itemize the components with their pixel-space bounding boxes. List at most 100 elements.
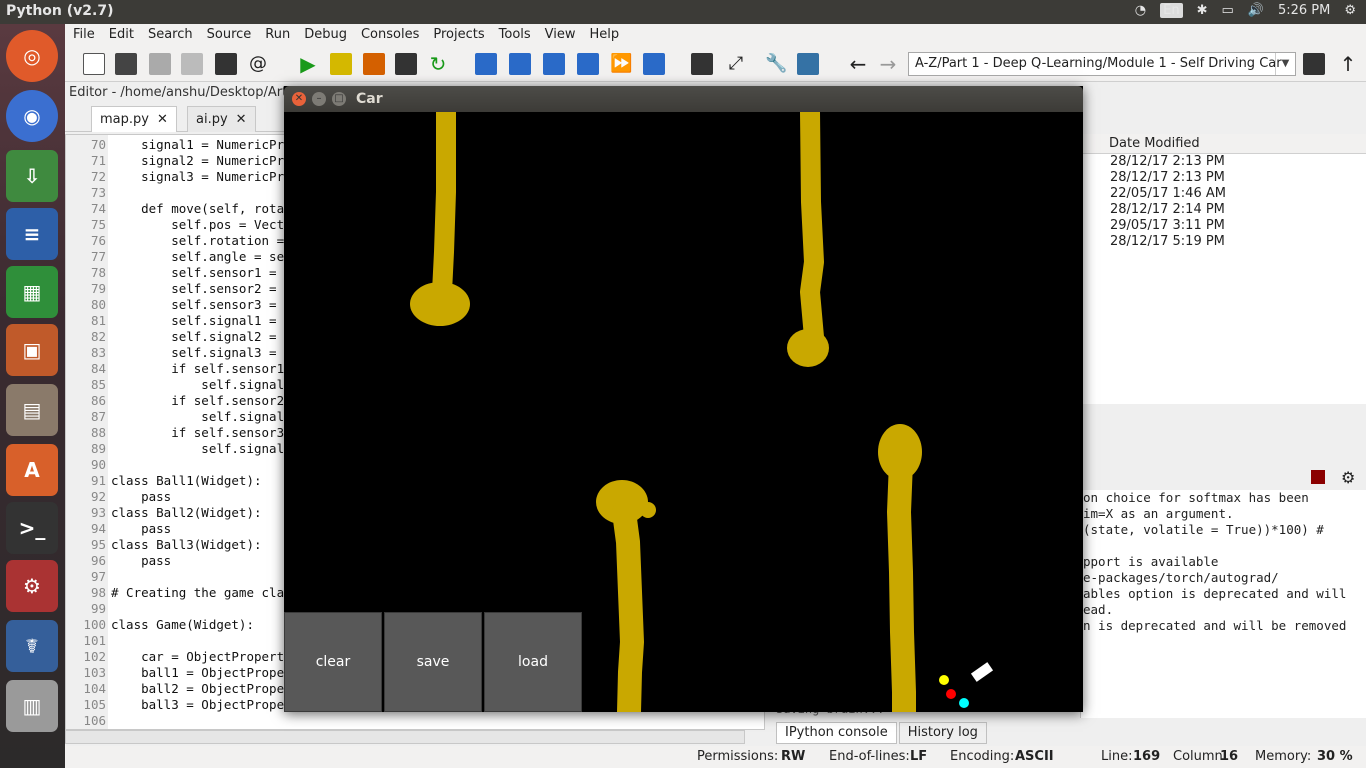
close-icon[interactable]: ✕ <box>292 92 306 106</box>
menu-search[interactable]: Search <box>148 27 193 42</box>
editor-horizontal-scrollbar[interactable] <box>65 730 745 744</box>
code-line[interactable]: 106 <box>66 713 106 729</box>
fullscreen-icon[interactable]: ⤢ <box>725 53 747 75</box>
step-return-icon[interactable] <box>577 53 599 75</box>
run-icon[interactable]: ▶ <box>297 53 319 75</box>
code-line[interactable]: 98 # Creating the game cla <box>66 585 284 601</box>
menu-consoles[interactable]: Consoles <box>361 27 419 42</box>
code-line[interactable]: 99 <box>66 601 106 617</box>
working-directory-combobox[interactable]: A-Z/Part 1 - Deep Q-Learning/Module 1 - … <box>908 52 1296 76</box>
column-header-date-modified[interactable]: Date Modified <box>1081 134 1366 154</box>
code-line[interactable]: 77 self.angle = se <box>66 249 284 265</box>
code-line[interactable]: 89 self.signal <box>66 441 284 457</box>
menu-tools[interactable]: Tools <box>499 27 531 42</box>
code-line[interactable]: 83 self.signal3 = <box>66 345 277 361</box>
python-path-icon[interactable] <box>797 53 819 75</box>
code-line[interactable]: 70 signal1 = NumericPr <box>66 137 284 153</box>
code-line[interactable]: 94 pass <box>66 521 171 537</box>
step-icon[interactable] <box>509 53 531 75</box>
code-line[interactable]: 101 <box>66 633 106 649</box>
keyboard-layout-indicator[interactable]: En <box>1160 3 1183 18</box>
at-icon[interactable]: @ <box>247 53 269 75</box>
download-manager-icon[interactable]: ⇩ <box>6 150 58 202</box>
back-arrow-icon[interactable]: ← <box>847 53 869 75</box>
ipython-console[interactable]: on choice for softmax has been im=X as a… <box>1080 490 1366 718</box>
code-line[interactable]: 96 pass <box>66 553 171 569</box>
new-file-icon[interactable] <box>83 53 105 75</box>
code-line[interactable]: 88 if self.sensor3 <box>66 425 284 441</box>
trash-icon[interactable]: ▥ <box>6 680 58 732</box>
settings-gear-icon[interactable]: ⚙ <box>1344 3 1356 18</box>
code-line[interactable]: 79 self.sensor2 = <box>66 281 277 297</box>
load-button[interactable]: load <box>484 612 582 712</box>
menu-source[interactable]: Source <box>207 27 252 42</box>
software-center-icon[interactable]: A <box>6 444 58 496</box>
app-icon-red[interactable]: ⚙ <box>6 560 58 612</box>
code-line[interactable]: 72 signal3 = NumericPr <box>66 169 284 185</box>
continue-icon[interactable]: ⏩ <box>610 53 632 75</box>
battery-icon[interactable]: ▭ <box>1221 3 1233 18</box>
code-line[interactable]: 74 def move(self, rota <box>66 201 284 217</box>
list-item[interactable]: 28/12/17 5:19 PM <box>1081 234 1366 250</box>
code-line[interactable]: 81 self.signal1 = <box>66 313 277 329</box>
writer-icon[interactable]: ≡ <box>6 208 58 260</box>
python-icon[interactable]: ☤ <box>6 620 58 672</box>
minimize-icon[interactable]: – <box>312 92 326 106</box>
rerun-icon[interactable]: ↻ <box>427 53 449 75</box>
maximize-pane-icon[interactable] <box>691 53 713 75</box>
tab-ai-py[interactable]: ai.py ✕ <box>187 106 256 132</box>
window-titlebar[interactable]: ✕ – □ Car <box>284 86 1083 112</box>
menu-view[interactable]: View <box>545 27 576 42</box>
terminal-icon[interactable]: >_ <box>6 502 58 554</box>
clock[interactable]: 5:26 PM <box>1278 3 1330 18</box>
files-icon[interactable]: ▤ <box>6 384 58 436</box>
code-line[interactable]: 93 class Ball2(Widget): <box>66 505 262 521</box>
code-line[interactable]: 73 <box>66 185 106 201</box>
calc-icon[interactable]: ▦ <box>6 266 58 318</box>
maximize-icon[interactable]: □ <box>332 92 346 106</box>
step-into-icon[interactable] <box>543 53 565 75</box>
close-icon[interactable]: ✕ <box>236 112 247 127</box>
code-line[interactable]: 80 self.sensor3 = <box>66 297 277 313</box>
menu-help[interactable]: Help <box>590 27 620 42</box>
run-cell-advance-icon[interactable] <box>363 53 385 75</box>
code-line[interactable]: 85 self.signal <box>66 377 284 393</box>
save-icon[interactable] <box>149 53 171 75</box>
code-line[interactable]: 86 if self.sensor2 <box>66 393 284 409</box>
code-line[interactable]: 97 <box>66 569 106 585</box>
run-selection-icon[interactable] <box>395 53 417 75</box>
code-line[interactable]: 102 car = ObjectPropert <box>66 649 284 665</box>
list-item[interactable]: 29/05/17 3:11 PM <box>1081 218 1366 234</box>
save-all-icon[interactable] <box>181 53 203 75</box>
debug-icon[interactable] <box>475 53 497 75</box>
menu-debug[interactable]: Debug <box>304 27 347 42</box>
browse-folder-icon[interactable] <box>1303 53 1325 75</box>
code-line[interactable]: 105 ball3 = ObjectPrope <box>66 697 284 713</box>
chrome-icon[interactable]: ◉ <box>6 90 58 142</box>
stop-debug-icon[interactable] <box>643 53 665 75</box>
code-line[interactable]: 91 class Ball1(Widget): <box>66 473 262 489</box>
list-item[interactable]: 28/12/17 2:14 PM <box>1081 202 1366 218</box>
code-line[interactable]: 104 ball2 = ObjectPrope <box>66 681 284 697</box>
tab-ipython-console[interactable]: IPython console <box>776 722 897 744</box>
code-line[interactable]: 100 class Game(Widget): <box>66 617 254 633</box>
menu-run[interactable]: Run <box>265 27 290 42</box>
code-line[interactable]: 84 if self.sensor1 <box>66 361 284 377</box>
volume-icon[interactable]: 🔊 <box>1248 3 1264 18</box>
code-line[interactable]: 71 signal2 = NumericPr <box>66 153 284 169</box>
open-file-icon[interactable] <box>115 53 137 75</box>
wifi-icon[interactable]: ◔ <box>1135 3 1146 18</box>
code-line[interactable]: 87 self.signal <box>66 409 284 425</box>
tab-history-log[interactable]: History log <box>898 722 987 744</box>
code-line[interactable]: 75 self.pos = Vect <box>66 217 284 233</box>
menu-file[interactable]: File <box>73 27 95 42</box>
console-options-gear-icon[interactable]: ⚙ <box>1341 468 1355 487</box>
impress-icon[interactable]: ▣ <box>6 324 58 376</box>
code-line[interactable]: 92 pass <box>66 489 171 505</box>
parent-directory-icon[interactable]: ↑ <box>1337 53 1359 75</box>
close-icon[interactable]: ✕ <box>157 112 168 127</box>
code-line[interactable]: 103 ball1 = ObjectPrope <box>66 665 284 681</box>
run-cell-icon[interactable] <box>330 53 352 75</box>
code-line[interactable]: 78 self.sensor1 = <box>66 265 277 281</box>
ubuntu-dash-icon[interactable]: ◎ <box>6 30 58 82</box>
